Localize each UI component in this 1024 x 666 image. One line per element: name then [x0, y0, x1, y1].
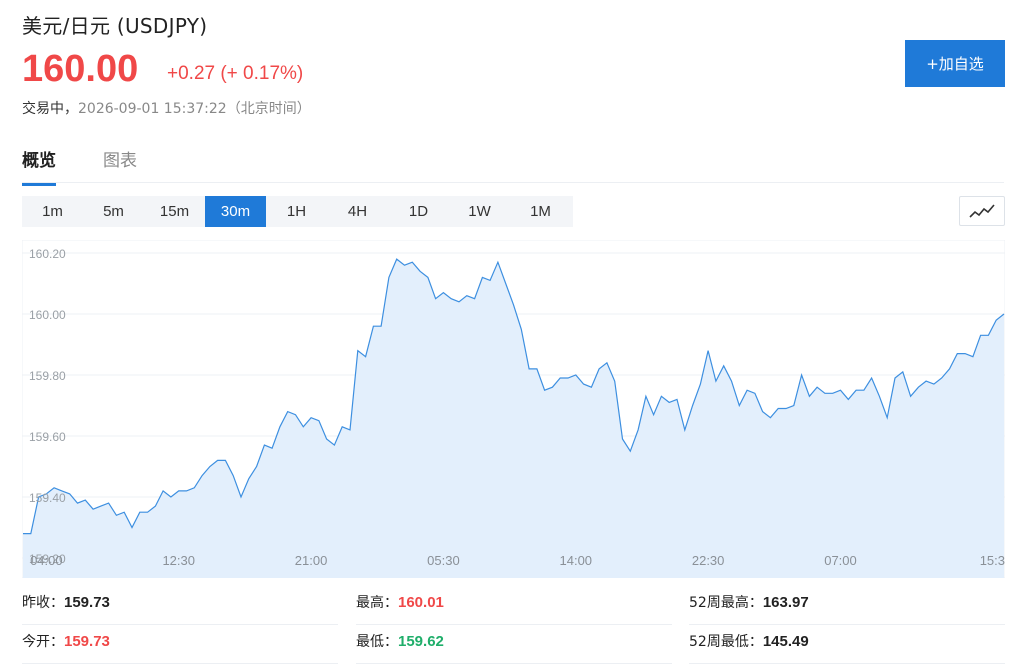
stat-low: 最低：159.62 — [356, 626, 672, 664]
period-1h[interactable]: 1H — [266, 196, 327, 227]
y-tick-label: 159.80 — [29, 369, 66, 383]
y-tick-label: 160.20 — [29, 247, 66, 261]
y-tick-label: 159.60 — [29, 430, 66, 444]
period-15m[interactable]: 15m — [144, 196, 205, 227]
period-1mo[interactable]: 1M — [510, 196, 571, 227]
stat-high: 最高：160.01 — [356, 587, 672, 625]
stat-value: 159.73 — [64, 633, 110, 650]
stat-label: 52周最低： — [689, 634, 763, 650]
x-tick-label: 14:00 — [560, 553, 593, 568]
tab-chart[interactable]: 图表 — [103, 146, 137, 183]
period-5m[interactable]: 5m — [83, 196, 144, 227]
period-1d[interactable]: 1D — [388, 196, 449, 227]
x-tick-label: 22:30 — [692, 553, 725, 568]
current-price: 160.00 — [22, 48, 139, 90]
stat-value: 159.73 — [64, 594, 110, 611]
stat-label: 今开： — [22, 634, 64, 650]
stat-label: 最高： — [356, 595, 398, 611]
period-30m[interactable]: 30m — [205, 196, 266, 227]
stat-label: 52周最高： — [689, 595, 763, 611]
x-tick-label: 05:30 — [427, 553, 460, 568]
stat-open: 今开：159.73 — [22, 626, 338, 664]
add-watchlist-button[interactable]: +加自选 — [905, 40, 1005, 87]
stat-value: 159.62 — [398, 633, 444, 650]
y-tick-label: 159.40 — [29, 491, 66, 505]
stat-value: 145.49 — [762, 633, 809, 650]
price-chart: 160.20160.00159.80159.60159.40159.2004:0… — [22, 240, 1005, 578]
stat-value: 160.01 — [398, 594, 444, 611]
line-chart-icon — [969, 204, 995, 218]
period-4h[interactable]: 4H — [327, 196, 388, 227]
status-timestamp: 2026-09-01 15:37:22（北京时间） — [78, 101, 311, 117]
status-label: 交易中， — [22, 101, 78, 117]
tab-bar: 概览 图表 — [22, 140, 1004, 186]
stat-52w-high: 52周最高：163.97 — [689, 587, 1005, 625]
stat-label: 昨收： — [22, 595, 64, 611]
stat-label: 最低： — [356, 634, 398, 650]
page-title: 美元/日元 (USDJPY) — [22, 14, 208, 38]
x-tick-label: 12:30 — [162, 553, 195, 568]
period-selector: 1m 5m 15m 30m 1H 4H 1D 1W 1M — [22, 196, 573, 227]
x-tick-label: 15:3 — [980, 553, 1005, 568]
tab-overview[interactable]: 概览 — [22, 146, 56, 186]
stat-prev-close: 昨收：159.73 — [22, 587, 338, 625]
period-1m[interactable]: 1m — [22, 196, 83, 227]
x-tick-label: 21:00 — [295, 553, 328, 568]
stat-52w-low: 52周最低：145.49 — [689, 626, 1005, 664]
price-change: +0.27 (+ 0.17%) — [167, 63, 304, 84]
period-1w[interactable]: 1W — [449, 196, 510, 227]
chart-type-button[interactable] — [959, 196, 1005, 226]
x-tick-label: 07:00 — [824, 553, 857, 568]
trading-status: 交易中，2026-09-01 15:37:22（北京时间） — [22, 98, 311, 118]
x-tick-label: 04:00 — [30, 553, 63, 568]
y-tick-label: 160.00 — [29, 308, 66, 322]
stat-value: 163.97 — [762, 594, 809, 611]
